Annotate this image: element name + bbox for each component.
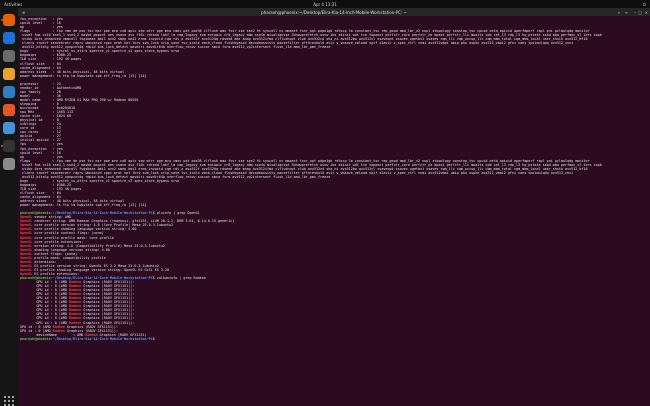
clock[interactable]: Apr 4 13:31 — [0, 2, 650, 7]
trash-icon[interactable] — [3, 158, 15, 170]
menu-icon[interactable]: ≡ — [625, 10, 628, 15]
thunderbird-icon[interactable] — [3, 32, 15, 44]
close-icon[interactable]: ✕ — [645, 10, 648, 15]
minimize-icon[interactable]: – — [634, 10, 636, 15]
maximize-icon[interactable]: □ — [638, 10, 642, 15]
power-icon[interactable]: ⏻ — [643, 2, 646, 7]
terminal-output[interactable]: fpu_exception : yes cpuid level : 16 wp : … — [20, 17, 648, 405]
dock — [0, 8, 18, 406]
software-icon[interactable] — [3, 104, 15, 116]
terminal-window: ⊕ pharaoh@phoenix:~/Desktop/Elira-Kia-14… — [18, 8, 650, 406]
running-indicator — [1, 19, 3, 21]
rhythmbox-icon[interactable] — [3, 68, 15, 80]
running-indicator — [1, 145, 3, 147]
window-titlebar: ⊕ pharaoh@phoenix:~/Desktop/Elira-Kia-14… — [18, 8, 650, 16]
show-apps-icon[interactable] — [4, 396, 14, 406]
libreoffice-icon[interactable] — [3, 86, 15, 98]
window-title: pharaoh@phoenix:~/Desktop/Elira-Kia-14-I… — [261, 9, 407, 15]
files-icon[interactable] — [3, 50, 15, 62]
firefox-icon[interactable] — [3, 14, 15, 26]
prompt-line: pharaoh@phoenix:~/Desktop/Elira-Kia-14-I… — [20, 336, 157, 341]
help-icon[interactable] — [3, 122, 15, 134]
terminal-icon[interactable] — [3, 140, 15, 152]
search-icon[interactable]: ⌕ — [618, 10, 620, 15]
top-bar: Activities Apr 4 13:31 ⏻ — [0, 0, 650, 8]
